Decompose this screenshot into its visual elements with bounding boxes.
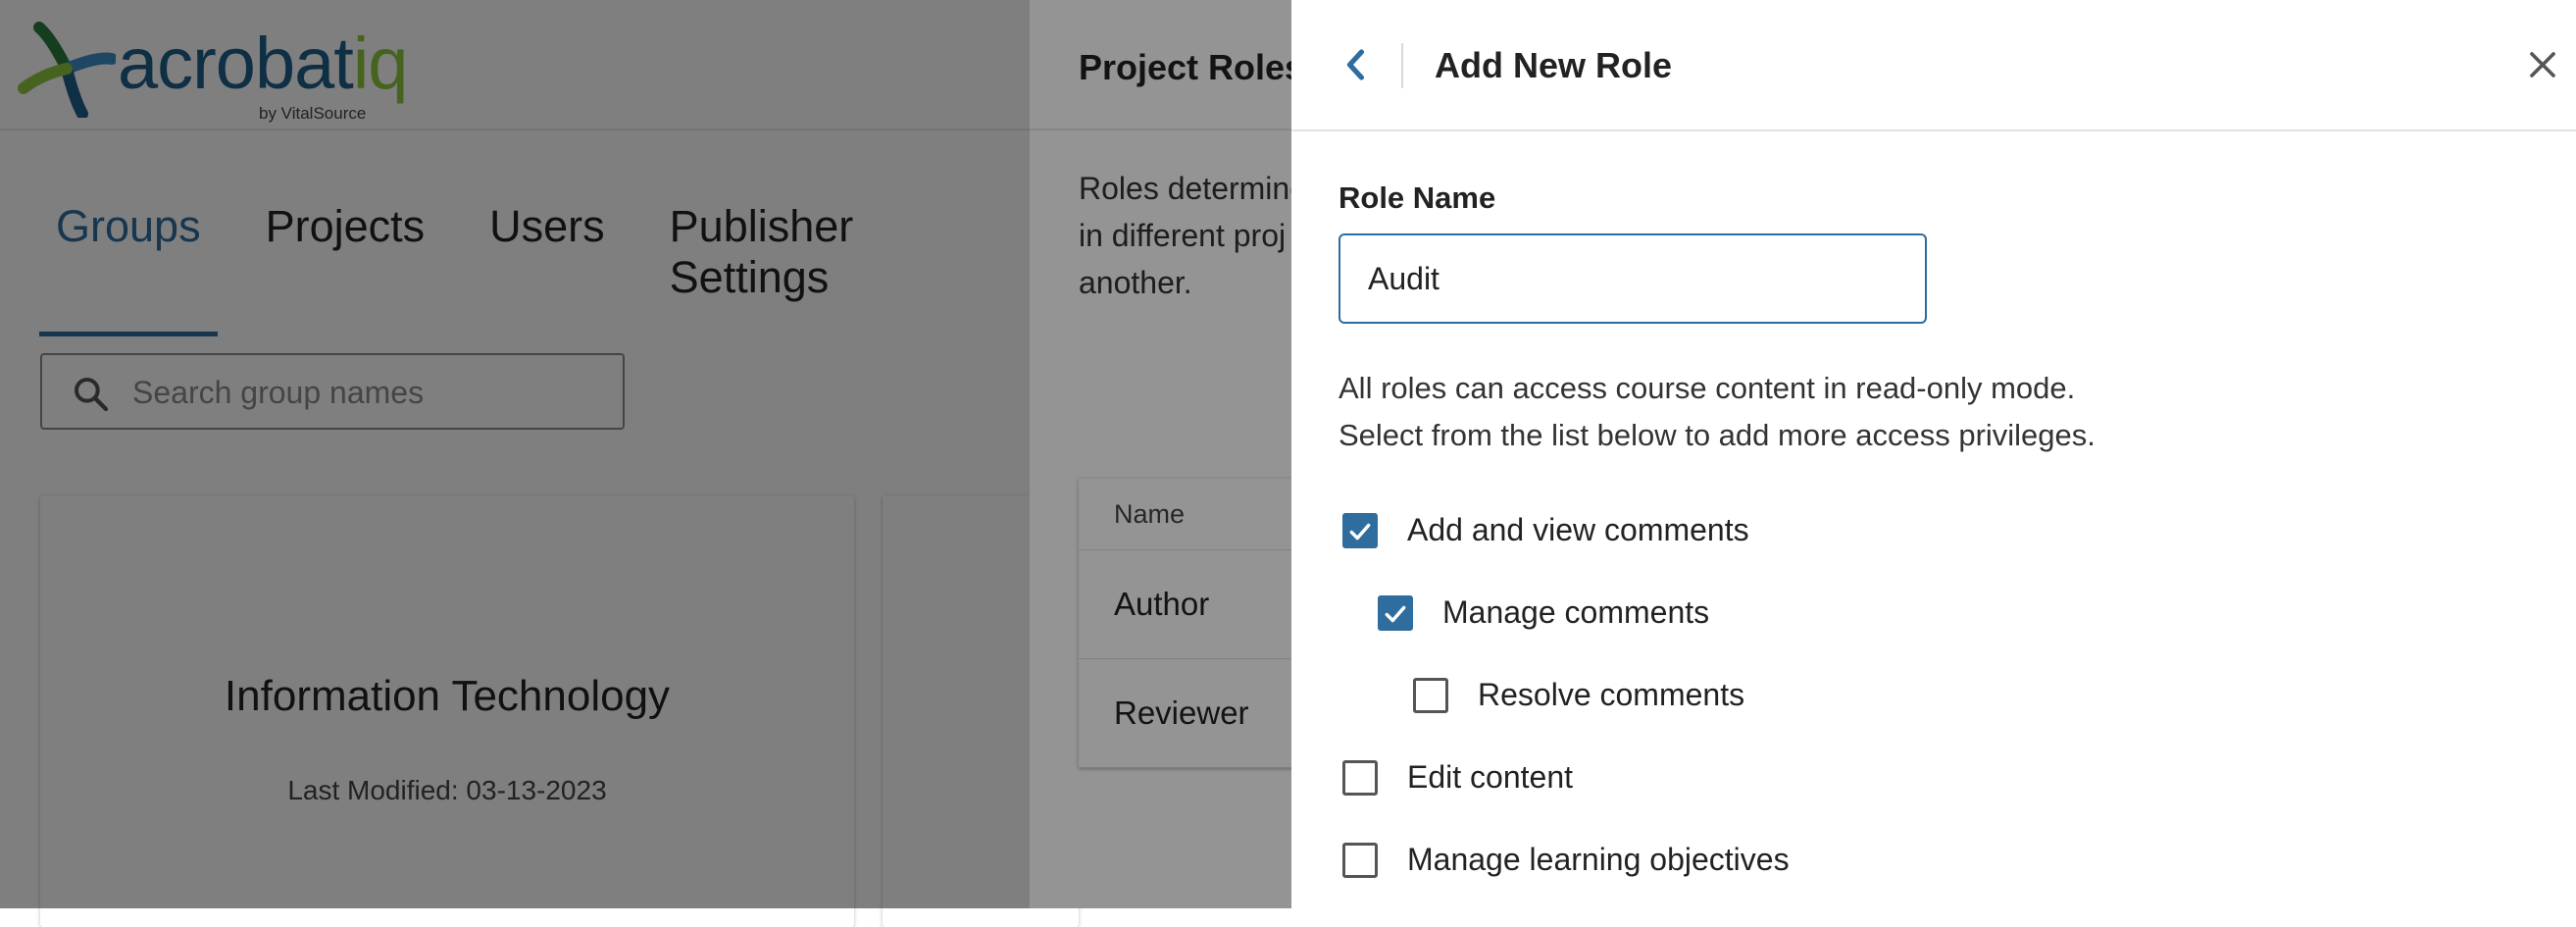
drawer-title: Add New Role — [1435, 45, 1673, 85]
permission-label: Resolve comments — [1478, 677, 1745, 712]
info-line: Select from the list below to add more a… — [1339, 418, 2096, 452]
permission-add-view-comments[interactable]: Add and view comments — [1342, 512, 1749, 548]
checkbox-checked[interactable] — [1378, 594, 1413, 631]
checkbox-checked[interactable] — [1342, 512, 1378, 548]
role-name-label: Role Name — [1339, 180, 1496, 215]
header-divider — [1401, 43, 1403, 88]
info-line: All roles can access course content in r… — [1339, 371, 2076, 405]
permission-label: Add and view comments — [1407, 512, 1749, 547]
permissions-info: All roles can access course content in r… — [1339, 365, 2096, 459]
permission-edit-content[interactable]: Edit content — [1342, 759, 1573, 796]
checkbox-unchecked[interactable] — [1342, 759, 1378, 796]
permission-manage-learning-objectives[interactable]: Manage learning objectives — [1342, 842, 1790, 878]
permission-manage-comments[interactable]: Manage comments — [1378, 594, 1709, 631]
permission-label: Manage comments — [1442, 594, 1710, 630]
close-icon — [2530, 52, 2555, 77]
checkbox-unchecked[interactable] — [1413, 677, 1448, 713]
permission-label: Edit content — [1407, 759, 1573, 795]
add-role-drawer: Add New Role Role Name All roles can acc… — [1291, 0, 2576, 908]
permission-label: Manage learning objectives — [1407, 842, 1790, 877]
drawer-header: Add New Role — [1291, 0, 2576, 131]
back-button[interactable] — [1331, 39, 1382, 90]
page-backdrop[interactable] — [0, 0, 1030, 908]
checkmark-icon — [1349, 523, 1371, 540]
checkmark-icon — [1385, 605, 1406, 622]
close-button[interactable] — [2521, 43, 2564, 86]
role-name-input[interactable] — [1339, 233, 1927, 324]
permission-resolve-comments[interactable]: Resolve comments — [1413, 677, 1744, 713]
panel-backdrop[interactable] — [1030, 0, 1324, 908]
chevron-left-icon — [1346, 49, 1365, 80]
checkbox-unchecked[interactable] — [1342, 842, 1378, 878]
